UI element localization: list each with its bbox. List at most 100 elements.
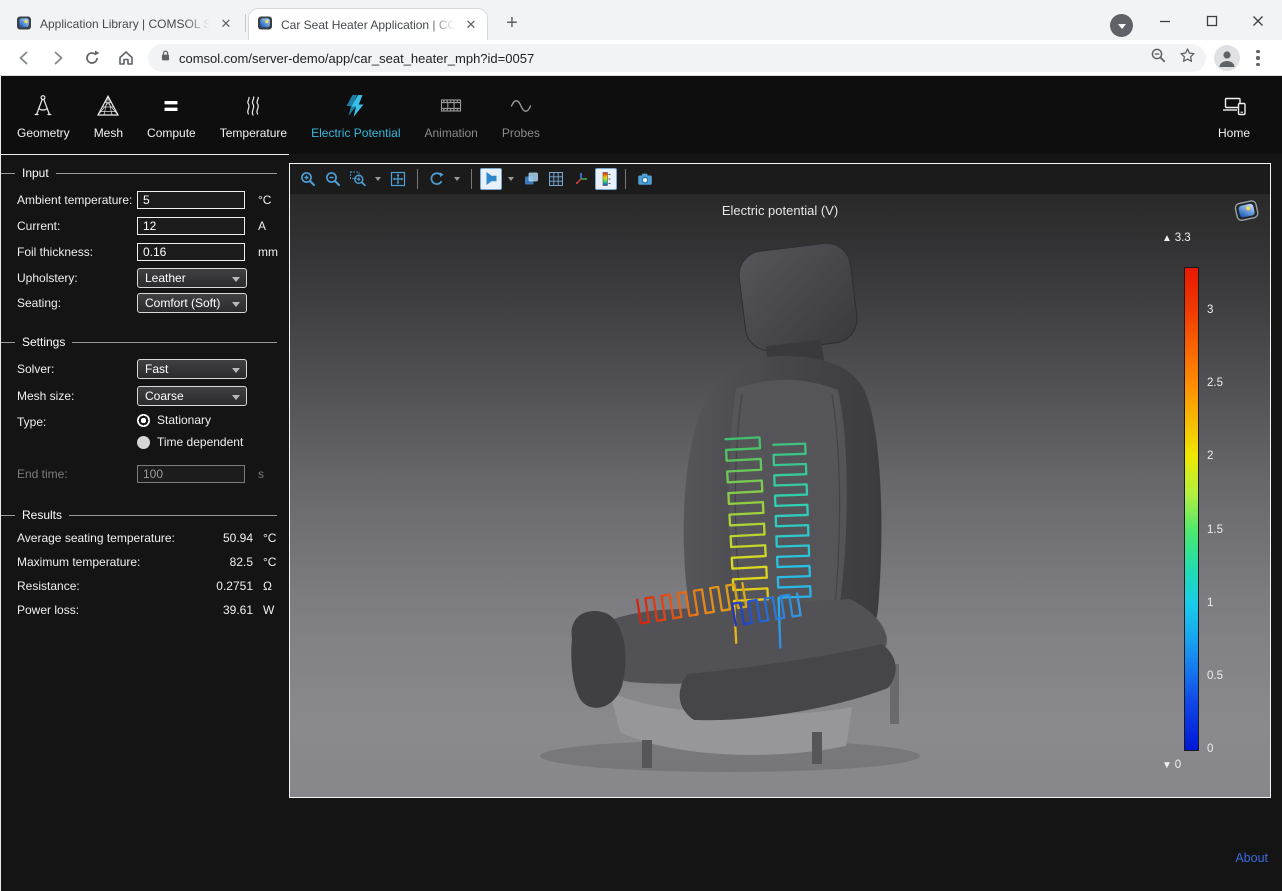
browser-menu-button[interactable] (1246, 46, 1270, 70)
wireframe-grid-button[interactable] (545, 168, 567, 190)
ambient-temperature-label: Ambient temperature: (17, 193, 137, 207)
seating-select[interactable]: Comfort (Soft) (137, 293, 247, 313)
window-minimize-button[interactable] (1150, 8, 1180, 34)
tab-car-seat-heater[interactable]: Car Seat Heater Application | CO ✕ (248, 8, 488, 40)
url-field[interactable]: comsol.com/server-demo/app/car_seat_heat… (148, 44, 1206, 72)
graphics-toolbar (290, 164, 1270, 194)
upholstery-label: Upholstery: (17, 271, 137, 285)
url-text: comsol.com/server-demo/app/car_seat_heat… (179, 51, 534, 66)
zoom-extents-button[interactable] (387, 168, 409, 190)
forward-button[interactable] (46, 46, 70, 70)
ribbon-label: Electric Potential (311, 126, 400, 140)
foil-thickness-input[interactable] (137, 243, 245, 261)
colorbar-tick: 0 (1207, 743, 1213, 755)
foil-thickness-label: Foil thickness: (17, 245, 137, 259)
settings-group-legend: Settings (1, 335, 277, 349)
ribbon-animation-button: Animation (412, 85, 489, 146)
comsol-favicon-icon (16, 15, 32, 34)
reset-view-button[interactable] (426, 168, 448, 190)
radio-stationary[interactable]: Stationary (137, 413, 289, 427)
app-ribbon: Geometry Mesh Compute Temperature Electr… (1, 76, 1282, 154)
temperature-waves-icon (240, 91, 266, 121)
graphics-panel: Electric potential (V) 3.3 3 2.5 2 1.5 1… (289, 163, 1271, 798)
snapshot-camera-button[interactable] (634, 168, 656, 190)
zoom-box-dropdown-icon[interactable] (375, 177, 381, 181)
lightning-bolt-icon (343, 91, 369, 121)
input-group-legend: Input (1, 166, 277, 180)
solver-select[interactable]: Fast (137, 359, 247, 379)
about-link[interactable]: About (1235, 851, 1268, 865)
compute-equals-icon (158, 91, 184, 121)
ribbon-electric-potential-button[interactable]: Electric Potential (299, 85, 412, 146)
current-input[interactable] (137, 217, 245, 235)
close-tab-icon[interactable]: ✕ (463, 17, 479, 33)
ribbon-mesh-button[interactable]: Mesh (82, 85, 135, 146)
current-label: Current: (17, 219, 137, 233)
chevron-down-icon (232, 395, 240, 400)
transparency-button[interactable] (520, 168, 542, 190)
result-row-average-temperature: Average seating temperature:50.94°C (17, 531, 283, 545)
scene-light-dropdown-icon[interactable] (508, 177, 514, 181)
bookmark-star-icon[interactable] (1179, 47, 1196, 69)
ribbon-home-button[interactable]: Home (1206, 85, 1262, 146)
ribbon-label: Temperature (220, 126, 287, 140)
result-row-maximum-temperature: Maximum temperature:82.5°C (17, 555, 283, 569)
chevron-down-icon (1118, 24, 1126, 29)
toolbar-separator (471, 169, 472, 189)
tab-divider (245, 14, 246, 32)
reset-view-dropdown-icon[interactable] (454, 177, 460, 181)
zoom-box-button[interactable] (347, 168, 369, 190)
ribbon-label: Mesh (94, 126, 123, 140)
chevron-down-icon (232, 277, 240, 282)
tab-application-library[interactable]: Application Library | COMSOL Se ✕ (8, 8, 242, 40)
colorbar-tick: 1 (1207, 597, 1213, 609)
close-tab-icon[interactable]: ✕ (218, 16, 234, 32)
chevron-down-icon (232, 368, 240, 373)
radio-time-dependent[interactable]: Time dependent (137, 435, 289, 449)
toolbar-separator (417, 169, 418, 189)
comsol-logo-icon (1232, 197, 1262, 229)
zoom-indicator-icon[interactable] (1150, 47, 1167, 69)
tab-title: Car Seat Heater Application | CO (281, 18, 455, 32)
geometry-compass-icon (30, 91, 56, 121)
colorbar (1184, 267, 1199, 751)
colorbar-tick: 3 (1207, 304, 1213, 316)
toolbar-separator (625, 169, 626, 189)
solver-label: Solver: (17, 362, 137, 376)
axis-orientation-button[interactable] (570, 168, 592, 190)
end-time-input (137, 465, 245, 483)
film-strip-icon (438, 91, 464, 121)
scene-light-button[interactable] (480, 168, 502, 190)
window-maximize-button[interactable] (1197, 8, 1227, 34)
graphics-canvas-3d-view[interactable]: Electric potential (V) 3.3 3 2.5 2 1.5 1… (290, 194, 1270, 797)
ribbon-compute-button[interactable]: Compute (135, 85, 208, 146)
lock-icon (158, 48, 173, 68)
ribbon-geometry-button[interactable]: Geometry (5, 85, 82, 146)
seating-label: Seating: (17, 296, 137, 310)
zoom-in-button[interactable] (297, 168, 319, 190)
color-legend-button[interactable] (595, 168, 617, 190)
back-button[interactable] (12, 46, 36, 70)
zoom-out-button[interactable] (322, 168, 344, 190)
tab-strip: Application Library | COMSOL Se ✕ Car Se… (0, 0, 1282, 40)
ribbon-label: Probes (502, 126, 540, 140)
profile-avatar[interactable] (1214, 45, 1240, 71)
upholstery-select[interactable]: Leather (137, 268, 247, 288)
reload-button[interactable] (80, 46, 104, 70)
mesh-size-select[interactable]: Coarse (137, 386, 247, 406)
sidebar-form: Input Ambient temperature: °C Current: A… (1, 154, 289, 891)
plot-title: Electric potential (V) (290, 203, 1270, 218)
result-row-resistance: Resistance:0.2751Ω (17, 579, 283, 593)
ribbon-label: Animation (424, 126, 477, 140)
tab-title: Application Library | COMSOL Se (40, 17, 210, 31)
radio-selected-icon (137, 414, 150, 427)
window-close-button[interactable] (1243, 8, 1273, 34)
tab-search-button[interactable] (1110, 14, 1133, 37)
ambient-temperature-input[interactable] (137, 191, 245, 209)
ribbon-temperature-button[interactable]: Temperature (208, 85, 299, 146)
home-button[interactable] (114, 46, 138, 70)
new-tab-button[interactable]: + (498, 9, 526, 37)
foil-thickness-unit: mm (249, 245, 289, 259)
colorbar-tick: 1.5 (1207, 524, 1223, 536)
ribbon-label: Compute (147, 126, 196, 140)
